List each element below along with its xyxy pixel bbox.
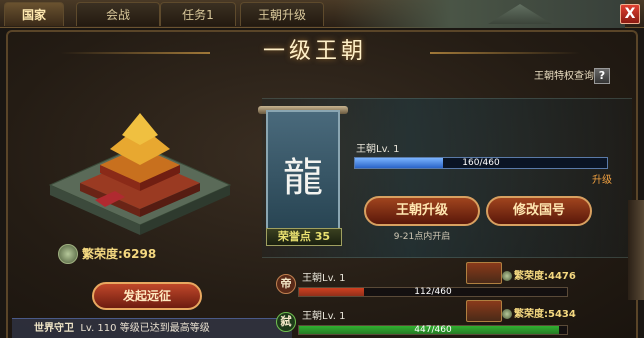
tab-nation[interactable]: 国家: [4, 2, 64, 26]
upgrade-label[interactable]: 升级: [576, 174, 612, 188]
world-guard-note: 等级已达到最高等级: [119, 323, 210, 334]
rename-nation-button[interactable]: 修改国号: [486, 196, 592, 226]
world-guard-name: 世界守卫: [34, 323, 74, 334]
world-guard-status: 世界守卫 Lv. 110 等级已达到最高等级: [12, 318, 292, 338]
world-guard-level: Lv. 110: [80, 323, 117, 334]
list-item: 帝 王朝Lv. 1 繁荣度:4476 112/460: [270, 262, 610, 306]
honor-points: 荣誉点 35: [266, 228, 342, 246]
title-divider-left: [60, 52, 210, 54]
top-tab-bar: 国家 会战 任务1 王朝升级 X: [0, 0, 644, 28]
regicide-icon: 弑: [276, 312, 296, 332]
row-level-label: 王朝Lv. 1: [302, 273, 346, 284]
row-progress-bar: 112/460: [298, 287, 568, 297]
prosperity-total: 繁荣度:6298: [82, 247, 157, 261]
privilege-query-link[interactable]: 王朝特权查询: [510, 68, 594, 86]
title-divider-right: [430, 52, 580, 54]
page-title: 一级王朝: [262, 39, 367, 64]
tab-battle[interactable]: 会战: [76, 2, 160, 26]
prosperity-icon: [502, 309, 512, 319]
tabbar-scenery: [335, 0, 625, 28]
row-prosperity: 繁荣度:4476: [514, 271, 576, 282]
open-time-hint: 9-21点内开启: [393, 232, 451, 242]
dynasty-progress-text: 160/460: [462, 158, 500, 168]
palace-thumbnail: [466, 300, 502, 322]
emperor-icon: 帝: [276, 274, 296, 294]
prosperity-icon: [58, 244, 78, 264]
row-prosperity: 繁荣度:5434: [514, 309, 576, 320]
row-level-label: 王朝Lv. 1: [302, 311, 346, 322]
dragon-glyph: 龍: [283, 155, 323, 201]
dynasty-upgrade-button[interactable]: 王朝升级: [364, 196, 480, 226]
panel-side-edge: [628, 200, 644, 300]
row-progress-bar: 447/460: [298, 325, 568, 335]
list-item: 弑 王朝Lv. 1 繁荣度:5434 447/460: [270, 300, 610, 338]
palace-thumbnail: [466, 262, 502, 284]
tab-dynasty-upgrade[interactable]: 王朝升级: [240, 2, 324, 26]
close-button[interactable]: X: [620, 4, 640, 24]
launch-expedition-button[interactable]: 发起远征: [92, 282, 202, 310]
help-icon[interactable]: ?: [594, 68, 610, 84]
dynasty-level-label: 王朝Lv. 1: [356, 144, 400, 155]
row-progress-text: 447/460: [414, 325, 452, 335]
tab-tasks[interactable]: 任务1: [160, 2, 236, 26]
prosperity-icon: [502, 271, 512, 281]
dynasty-progress-bar: 160/460: [354, 157, 608, 169]
row-progress-text: 112/460: [414, 287, 452, 297]
palace-image: [48, 113, 232, 235]
